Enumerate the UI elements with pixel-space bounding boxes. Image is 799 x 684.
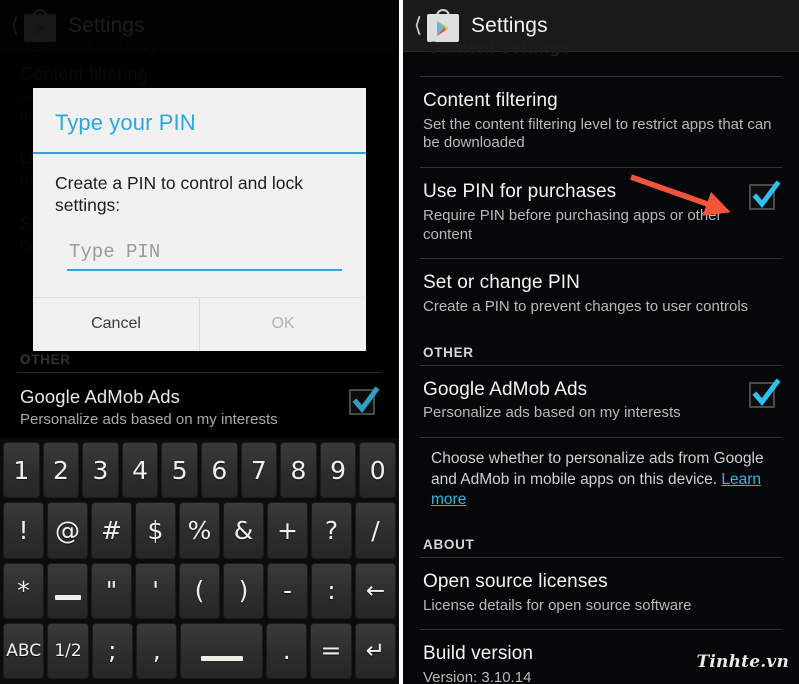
type-your-pin-dialog: Type your PIN Create a PIN to control an… [33,88,366,351]
section-header-about: ABOUT [423,536,475,552]
key-apostrophe[interactable]: ' [135,562,176,619]
admob-explainer-note: Choose whether to personalize ads from G… [403,438,799,523]
right-settings-list: Content filtering Set the content filter… [403,52,799,684]
admob-checkbox[interactable] [749,378,781,408]
key-question[interactable]: ? [311,502,352,559]
key-enter-icon[interactable]: ↵ [354,622,397,679]
checkmark-icon [752,180,781,209]
key-at[interactable]: @ [47,502,88,559]
row-content-filtering[interactable]: Content filtering Set the content filter… [403,77,799,167]
use-pin-checkbox[interactable] [749,180,781,211]
left-admob-checkbox[interactable] [349,386,380,415]
left-row-google-admob-ads[interactable]: Google AdMob Ads Personalize ads based o… [0,373,399,444]
key-page-toggle[interactable]: 1/2 [47,622,89,679]
key-hyphen[interactable]: - [267,562,308,619]
cancel-button[interactable]: Cancel [33,297,199,351]
key-8[interactable]: 8 [280,442,317,499]
right-app-title: Settings [471,13,548,37]
key-7[interactable]: 7 [240,442,278,499]
key-dollar[interactable]: $ [135,502,176,559]
key-abc[interactable]: ABC [3,622,45,679]
row-set-or-change-pin[interactable]: Set or change PIN Create a PIN to preven… [403,259,799,330]
back-chevron-icon[interactable]: ⟨ [411,11,425,41]
watermark: Tinhte.vn [696,652,789,672]
row-open-source-licenses[interactable]: Open source licenses License details for… [403,558,799,629]
key-backspace-icon[interactable]: ← [355,562,396,619]
key-plus[interactable]: + [267,502,308,559]
row-subtitle: Create a PIN to prevent changes to user … [423,297,749,315]
key-percent[interactable]: % [179,502,220,559]
pin-input[interactable] [67,240,342,265]
row-subtitle: Set the content filtering level to restr… [423,115,772,152]
key-1[interactable]: 1 [3,442,40,499]
key-slash[interactable]: / [355,502,396,559]
dialog-button-bar: Cancel OK [33,296,366,351]
google-play-store-icon [427,9,459,42]
ok-button[interactable]: OK [199,297,366,351]
keyboard-row-symbols-2: * " ' ( ) - : ← [3,562,396,619]
admob-note-text: Choose whether to personalize ads from G… [431,450,764,488]
checkmark-icon [752,378,781,406]
section-header-other: OTHER [20,352,71,367]
row-title: Set or change PIN [423,272,580,294]
key-semicolon[interactable]: ; [91,622,134,679]
right-action-bar: ⟨ Settings [403,0,799,52]
key-spacebar[interactable] [180,622,264,679]
row-title: Content filtering [423,90,558,111]
key-equals[interactable]: = [310,622,352,679]
key-ampersand[interactable]: & [223,502,264,559]
checkmark-icon [352,386,380,414]
row-title: Google AdMob Ads [20,386,180,407]
row-google-admob-ads[interactable]: Google AdMob Ads Personalize ads based o… [403,366,799,437]
on-screen-keyboard[interactable]: 1 2 3 4 5 6 7 8 9 0 ! @ # $ % & + ? / * … [0,438,399,684]
row-title: Open source licenses [423,570,608,592]
key-2[interactable]: 2 [42,442,80,499]
key-hash[interactable]: # [91,502,132,559]
dialog-title: Type your PIN [55,110,196,135]
key-underscore[interactable] [47,562,88,619]
row-subtitle: License details for open source software [423,596,692,614]
key-doublequote[interactable]: " [91,562,132,619]
play-triangle-icon [437,21,449,36]
key-asterisk[interactable]: * [3,562,44,619]
key-open-paren[interactable]: ( [179,562,220,619]
key-9[interactable]: 9 [319,442,357,499]
key-4[interactable]: 4 [121,442,159,499]
key-exclamation[interactable]: ! [3,502,44,559]
row-subtitle: Require PIN before purchasing apps or ot… [423,206,722,243]
row-subtitle: Personalize ads based on my interests [20,411,278,429]
key-close-paren[interactable]: ) [223,562,264,619]
row-title: Google AdMob Ads [423,378,588,400]
row-subtitle: Personalize ads based on my interests [423,404,681,422]
dialog-message: Create a PIN to control and lock setting… [55,173,304,216]
pin-input-wrapper[interactable] [67,240,342,271]
dual-screenshot: ⟨ Settings Content settings Content filt… [0,0,799,684]
left-phone-screen: ⟨ Settings Content settings Content filt… [0,0,399,684]
section-header-other: OTHER [423,344,474,360]
key-5[interactable]: 5 [161,442,198,499]
key-period[interactable]: . [266,622,308,679]
keyboard-row-numbers: 1 2 3 4 5 6 7 8 9 0 [3,442,396,499]
keyboard-row-bottom: ABC 1/2 ; , . = ↵ [3,622,397,679]
left-visible-settings: OTHER Google AdMob Ads Personalize ads b… [0,348,399,445]
key-colon[interactable]: : [311,562,352,619]
keyboard-row-symbols-1: ! @ # $ % & + ? / [3,502,396,559]
key-comma[interactable]: , [136,622,178,679]
right-phone-screen: ⟨ Settings Content settings Content filt… [403,0,799,684]
key-0[interactable]: 0 [359,442,396,499]
key-3[interactable]: 3 [82,442,119,499]
row-title: Use PIN for purchases [423,181,617,203]
key-6[interactable]: 6 [200,442,238,499]
row-use-pin-for-purchases[interactable]: Use PIN for purchases Require PIN before… [403,168,799,258]
